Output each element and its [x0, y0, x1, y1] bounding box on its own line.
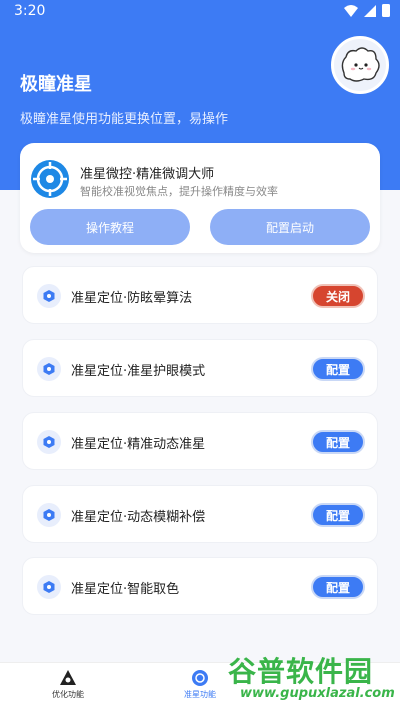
feature-label: 准星定位·动态模糊补偿 [71, 510, 206, 525]
signal-icon [364, 4, 376, 17]
app-title: 极瞳准星 [20, 74, 92, 95]
mascot-icon [341, 47, 380, 82]
nav-label-active: 准星功能 [184, 690, 216, 699]
card-description: 智能校准视觉焦点，提升操作精度与效率 [80, 185, 278, 198]
nav-item-optimize[interactable]: 优化功能 [28, 669, 108, 709]
feature-label: 准星定位·智能取色 [71, 582, 180, 597]
config-start-button[interactable]: 配置启动 [210, 209, 370, 245]
feature-item-eye-care[interactable]: 准星定位·准星护眼模式 配置 [22, 339, 378, 397]
watermark-title: 谷普软件园 [228, 655, 374, 688]
feature-label: 准星定位·准星护眼模式 [71, 364, 206, 379]
config-button[interactable]: 配置 [311, 430, 365, 454]
feature-item-motion-blur[interactable]: 准星定位·动态模糊补偿 配置 [22, 485, 378, 543]
config-button[interactable]: 配置 [311, 357, 365, 381]
hexagon-icon [37, 430, 61, 454]
config-button[interactable]: 配置 [311, 503, 365, 527]
tripod-icon [60, 670, 76, 685]
close-toggle-button[interactable]: 关闭 [311, 284, 365, 308]
status-icons [344, 4, 390, 17]
feature-item-smart-color[interactable]: 准星定位·智能取色 配置 [22, 557, 378, 615]
battery-icon [382, 4, 390, 17]
app-subtitle: 极瞳准星使用功能更换位置，易操作 [20, 112, 229, 127]
status-time: 3:20 [14, 3, 46, 19]
status-bar: 3:20 [0, 0, 400, 24]
feature-item-anti-dizziness[interactable]: 准星定位·防眩晕算法 关闭 [22, 266, 378, 324]
hexagon-icon [37, 357, 61, 381]
hexagon-icon [37, 575, 61, 599]
hexagon-icon [37, 503, 61, 527]
wifi-icon [344, 4, 358, 17]
tutorial-button[interactable]: 操作教程 [30, 209, 190, 245]
feature-item-dynamic-crosshair[interactable]: 准星定位·精准动态准星 配置 [22, 412, 378, 470]
hexagon-icon [37, 284, 61, 308]
config-button[interactable]: 配置 [311, 575, 365, 599]
feature-label: 准星定位·精准动态准星 [71, 437, 206, 452]
main-card: 准星微控·精准微调大师 智能校准视觉焦点，提升操作精度与效率 操作教程 配置启动 [20, 143, 380, 253]
card-title: 准星微控·精准微调大师 [80, 167, 215, 182]
crosshair-badge-icon [192, 670, 208, 686]
avatar[interactable] [331, 36, 389, 94]
nav-label: 优化功能 [52, 690, 84, 699]
watermark: 谷普软件园 www.gupuxlazal.com [228, 650, 398, 710]
target-icon [31, 160, 69, 198]
feature-label: 准星定位·防眩晕算法 [71, 291, 193, 306]
watermark-url: www.gupuxlazal.com [240, 686, 395, 701]
